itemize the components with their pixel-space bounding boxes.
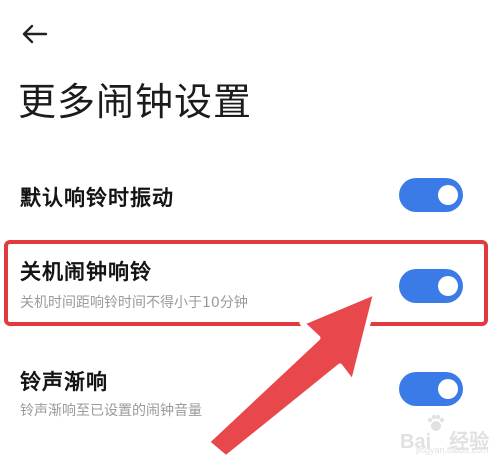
back-button[interactable]: [18, 18, 50, 50]
crescendo-toggle[interactable]: [399, 372, 463, 406]
highlight-box: [4, 240, 488, 326]
toggle-knob: [438, 185, 458, 205]
setting-description: 铃声渐响至已设置的闹钟音量: [20, 403, 202, 419]
arrow-left-icon: [22, 24, 48, 44]
setting-label: 默认响铃时振动: [20, 186, 174, 210]
baidu-jingyan-watermark: Bai 经验 jingyan.baidu.com: [396, 414, 490, 457]
toggle-knob: [438, 379, 458, 399]
vibrate-toggle[interactable]: [399, 178, 463, 212]
watermark-url: jingyan.baidu.com: [416, 445, 489, 455]
page-title: 更多闹钟设置: [18, 80, 253, 124]
setting-label: 铃声渐响: [20, 370, 108, 394]
setting-row-vibrate: 默认响铃时振动: [0, 172, 500, 220]
